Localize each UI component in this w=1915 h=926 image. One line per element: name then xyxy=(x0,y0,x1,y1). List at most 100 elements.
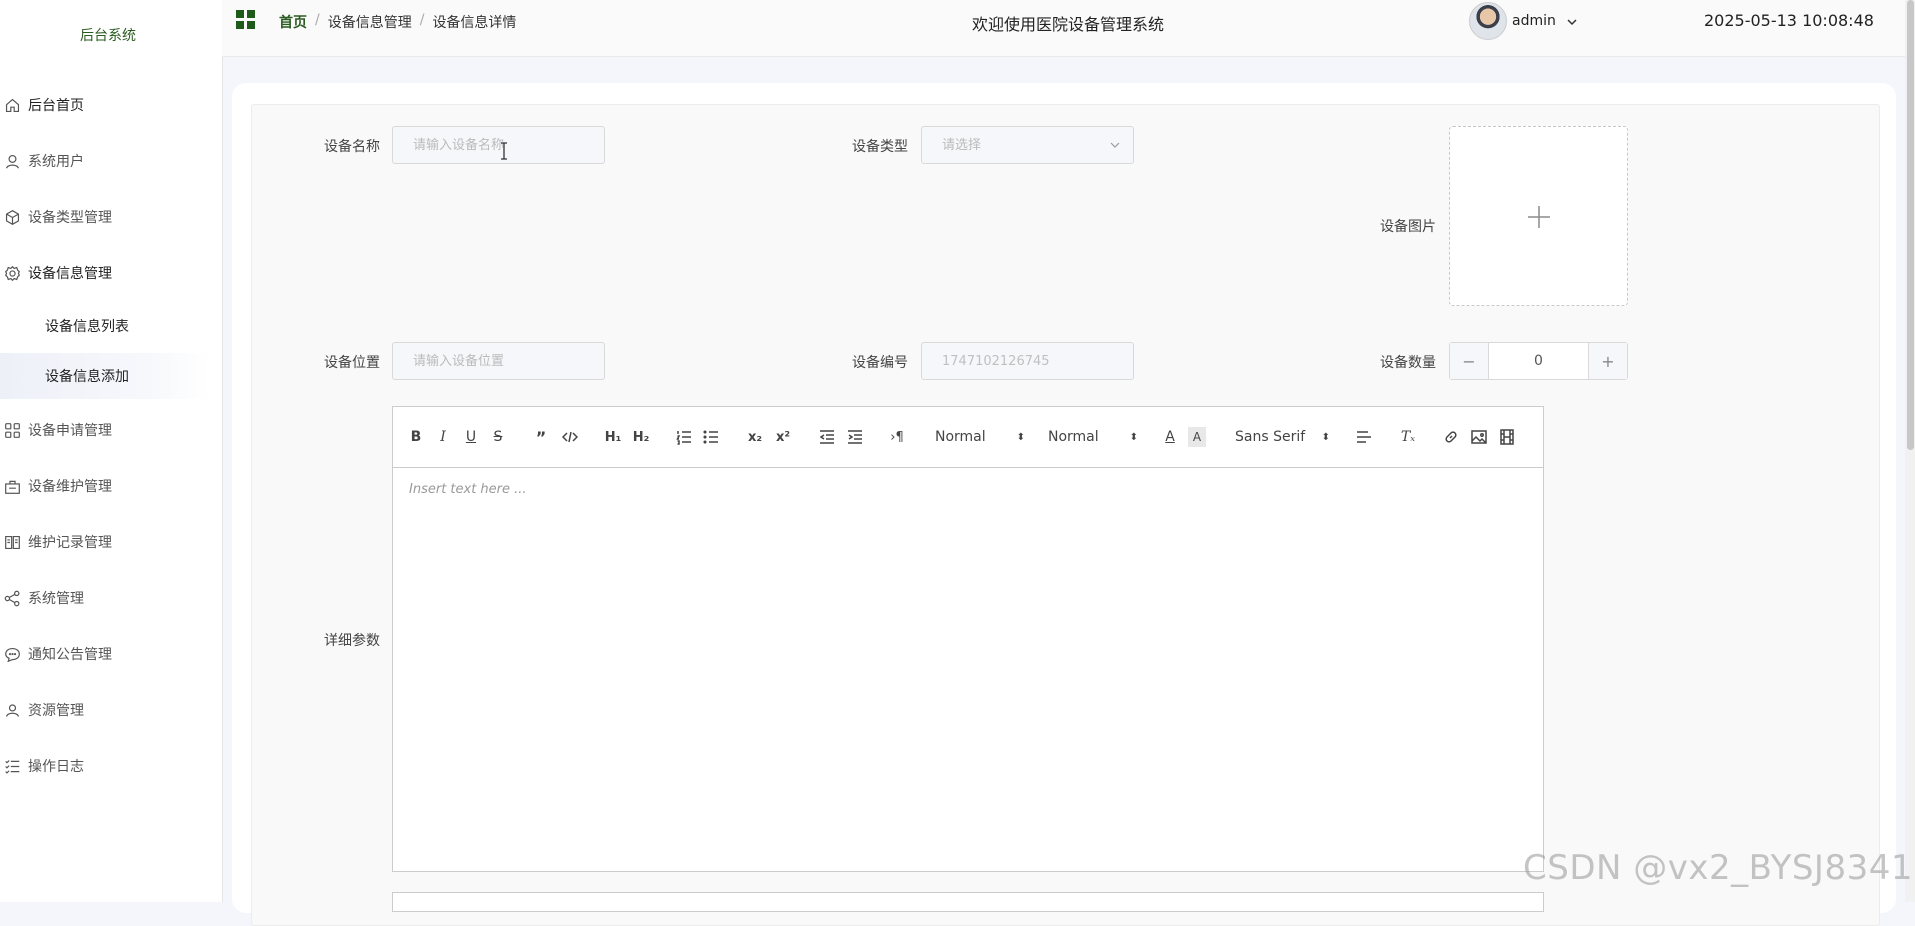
sidebar-item-label: 资源管理 xyxy=(28,703,84,719)
text-direction-icon[interactable]: ›¶ xyxy=(887,427,907,447)
breadcrumb-item[interactable]: 设备信息管理 xyxy=(328,12,412,32)
video-icon[interactable] xyxy=(1498,427,1516,447)
scrollbar-thumb[interactable] xyxy=(1907,0,1914,450)
sidebar-subitem-device-list[interactable]: 设备信息列表 xyxy=(0,303,210,349)
quantity-stepper: − 0 + xyxy=(1449,342,1628,380)
italic-icon[interactable]: I xyxy=(435,427,451,447)
breadcrumb: 首页 / 设备信息管理 / 设备信息详情 xyxy=(279,12,516,32)
gear-icon xyxy=(2,263,22,283)
editor-toolbar: B I U S ” H₁ H₂ x₂ x² ›¶ Normal ⬍ Normal ⬍… xyxy=(392,406,1544,468)
user-icon xyxy=(2,151,22,171)
details-label: 详细参数 xyxy=(324,633,380,649)
plus-icon xyxy=(1528,206,1550,228)
sidebar-item-device-types[interactable]: 设备类型管理 xyxy=(0,196,216,238)
share-icon xyxy=(2,588,22,608)
code-block-icon[interactable] xyxy=(561,427,579,447)
size-picker[interactable]: Normal ⬍ xyxy=(1048,427,1138,447)
editor-content[interactable]: Insert text here ... xyxy=(392,468,1544,872)
home-icon xyxy=(2,95,22,115)
sidebar-item-label: 设备类型管理 xyxy=(28,210,112,226)
underline-icon[interactable]: U xyxy=(463,427,479,447)
sidebar-item-users[interactable]: 系统用户 xyxy=(0,140,216,182)
chevron-down-icon[interactable] xyxy=(1566,16,1578,28)
sidebar-item-system[interactable]: 系统管理 xyxy=(0,577,216,619)
sidebar-item-label: 系统用户 xyxy=(28,154,84,170)
header-picker[interactable]: Normal ⬍ xyxy=(935,427,1025,447)
sidebar: 后台系统 后台首页 系统用户 设备类型管理 设备信息管理 设备信息列表 设备信息… xyxy=(0,0,223,902)
menu-grid-icon[interactable] xyxy=(236,10,256,30)
device-location-input[interactable] xyxy=(392,342,605,380)
link-icon[interactable] xyxy=(1442,427,1460,447)
picker-arrows-icon: ⬍ xyxy=(1016,431,1025,443)
breadcrumb-home[interactable]: 首页 xyxy=(279,12,307,32)
chat-icon xyxy=(2,644,22,664)
apps-icon xyxy=(2,420,22,440)
editor-placeholder: Insert text here ... xyxy=(409,482,527,497)
image-icon[interactable] xyxy=(1470,427,1488,447)
book-icon xyxy=(2,532,22,552)
next-field-box[interactable] xyxy=(392,892,1544,912)
sidebar-item-label: 设备维护管理 xyxy=(28,479,112,495)
chevron-down-icon xyxy=(1110,142,1120,148)
text-cursor-icon xyxy=(501,142,507,160)
indent-icon[interactable] xyxy=(846,427,864,447)
strike-icon[interactable]: S xyxy=(490,427,506,447)
background-color-icon[interactable]: A xyxy=(1188,427,1206,447)
superscript-icon[interactable]: x² xyxy=(773,427,793,447)
h1-icon[interactable]: H₁ xyxy=(603,427,623,447)
sidebar-item-device-apply[interactable]: 设备申请管理 xyxy=(0,409,216,451)
device-quantity-label: 设备数量 xyxy=(1380,355,1436,371)
quantity-value[interactable]: 0 xyxy=(1489,343,1588,379)
toolbox-icon xyxy=(2,476,22,496)
device-location-label: 设备位置 xyxy=(324,355,380,371)
person-icon xyxy=(2,700,22,720)
bold-icon[interactable]: B xyxy=(407,427,425,447)
increment-button[interactable]: + xyxy=(1588,343,1627,379)
sidebar-item-label: 后台首页 xyxy=(28,98,84,114)
font-picker[interactable]: Sans Serif ⬍ xyxy=(1235,427,1330,447)
size-picker-value: Normal xyxy=(1048,429,1099,445)
text-color-icon[interactable]: A xyxy=(1161,427,1179,447)
align-icon[interactable] xyxy=(1355,427,1373,447)
list-icon xyxy=(2,756,22,776)
outdent-icon[interactable] xyxy=(818,427,836,447)
device-name-input[interactable] xyxy=(392,126,605,164)
breadcrumb-separator: / xyxy=(419,12,425,28)
sidebar-item-device-info[interactable]: 设备信息管理 xyxy=(0,252,216,294)
subscript-icon[interactable]: x₂ xyxy=(745,427,765,447)
sidebar-item-home[interactable]: 后台首页 xyxy=(0,84,216,126)
breadcrumb-current: 设备信息详情 xyxy=(432,15,517,31)
picker-arrows-icon: ⬍ xyxy=(1321,431,1330,443)
sidebar-item-notices[interactable]: 通知公告管理 xyxy=(0,633,216,675)
sidebar-item-label: 系统管理 xyxy=(28,591,84,607)
welcome-text: 欢迎使用医院设备管理系统 xyxy=(972,15,1165,34)
h2-icon[interactable]: H₂ xyxy=(631,427,651,447)
brand-title: 后台系统 xyxy=(80,28,136,44)
blockquote-icon[interactable]: ” xyxy=(533,427,549,447)
device-type-select[interactable] xyxy=(921,126,1134,164)
sidebar-item-maintenance-records[interactable]: 维护记录管理 xyxy=(0,521,216,563)
username[interactable]: admin xyxy=(1512,13,1556,29)
sidebar-item-resources[interactable]: 资源管理 xyxy=(0,689,216,731)
sidebar-item-operation-log[interactable]: 操作日志 xyxy=(0,745,216,787)
datetime: 2025-05-13 10:08:48 xyxy=(1704,11,1874,30)
device-code-input xyxy=(921,342,1134,380)
device-code-label: 设备编号 xyxy=(852,355,908,371)
device-image-label: 设备图片 xyxy=(1380,219,1436,235)
device-name-label: 设备名称 xyxy=(324,139,380,155)
sidebar-subitem-device-add[interactable]: 设备信息添加 xyxy=(0,353,210,399)
decrement-button[interactable]: − xyxy=(1450,343,1489,379)
sidebar-item-label: 操作日志 xyxy=(28,759,84,775)
watermark: CSDN @vx2_BYSJ8341 xyxy=(1523,848,1913,888)
sidebar-item-label: 设备申请管理 xyxy=(28,423,112,439)
sidebar-item-device-maintenance[interactable]: 设备维护管理 xyxy=(0,465,216,507)
clean-format-icon[interactable]: Tₓ xyxy=(1398,427,1418,447)
device-type-label: 设备类型 xyxy=(852,139,908,155)
sidebar-item-label: 设备信息管理 xyxy=(28,266,112,282)
avatar[interactable] xyxy=(1469,2,1507,40)
image-upload[interactable] xyxy=(1449,126,1628,306)
sidebar-subitem-label: 设备信息列表 xyxy=(45,319,129,335)
ordered-list-icon[interactable] xyxy=(675,427,693,447)
picker-arrows-icon: ⬍ xyxy=(1129,431,1138,443)
bullet-list-icon[interactable] xyxy=(702,427,720,447)
